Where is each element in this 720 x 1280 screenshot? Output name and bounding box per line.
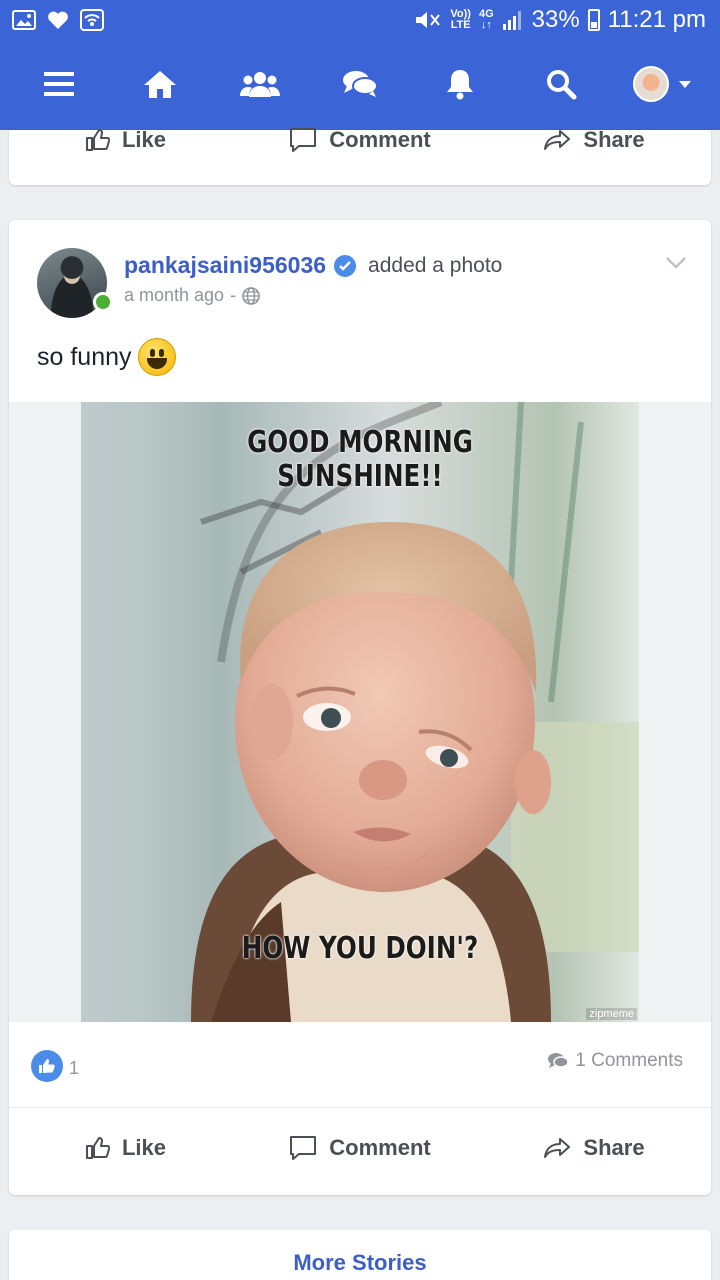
share-icon [544,130,571,150]
notifications-icon[interactable] [434,62,486,106]
image-caption-top: GOOD MORNING SUNSHINE!! [247,425,473,494]
post-time[interactable]: a month ago [124,285,224,306]
image-caption-bottom: HOW YOU DOIN'? [241,931,479,966]
post-action-text: added a photo [368,253,503,277]
battery-percent: 33% [531,6,580,33]
like-count[interactable]: 1 [69,1058,79,1079]
author-name[interactable]: pankajsaini956036 [124,252,326,279]
baby-meme-image [81,402,639,1022]
battery-icon [587,9,600,31]
share-button[interactable]: Share [477,127,711,153]
profile-menu[interactable] [630,62,694,106]
clock: 11:21 pm [607,6,706,33]
thumbs-up-icon [85,129,110,151]
post-text: so funny [37,338,176,376]
share-icon [544,1138,571,1158]
meta-separator: - [230,285,237,305]
volte-indicator: Vo)) LTE [450,8,471,31]
status-bar: Vo)) LTE 4G ↓↑ 33% 11:21 pm [0,0,720,44]
thumbs-up-icon [85,1137,110,1159]
menu-icon[interactable] [33,62,85,106]
post-photo-container[interactable]: GOOD MORNING SUNSHINE!! HOW YOU DOIN'? z… [9,402,711,1022]
top-nav-bar [0,44,720,130]
home-icon[interactable] [134,62,186,106]
verified-badge-icon [334,254,357,277]
previous-post-card: Like Comment Share [9,127,711,185]
reaction-summary: 1 1 Comments [9,1022,711,1108]
profile-avatar[interactable] [633,66,669,102]
post-options-chevron-icon[interactable] [665,256,687,270]
messages-icon[interactable] [334,62,386,106]
search-icon[interactable] [535,62,587,106]
like-reaction-icon[interactable] [31,1050,63,1082]
comments-count[interactable]: 1 Comments [547,1050,683,1072]
post-actions: Like Comment Share [9,1118,711,1178]
post-card: pankajsaini956036 added a photo a month … [9,220,711,1195]
gallery-notification-icon [12,10,36,30]
comment-button[interactable]: Comment [243,1135,477,1161]
signal-icon [502,11,521,30]
like-button[interactable]: Like [9,127,243,153]
post-photo[interactable]: GOOD MORNING SUNSHINE!! HOW YOU DOIN'? z… [81,402,639,1022]
mute-icon [416,12,441,28]
network-type: 4G ↓↑ [478,8,494,31]
globe-icon [242,286,260,305]
online-indicator [93,292,113,312]
comments-icon [548,1053,570,1068]
heart-notification-icon [48,11,68,29]
like-button[interactable]: Like [9,1135,243,1161]
share-button[interactable]: Share [477,1135,711,1161]
comment-icon [290,128,317,152]
smiley-emoji-icon [137,338,176,376]
image-watermark: zipmeme [586,1008,637,1020]
comment-button[interactable]: Comment [243,127,477,153]
more-stories-link[interactable]: More Stories [9,1250,711,1276]
chevron-down-icon[interactable] [679,80,691,88]
post-header: pankajsaini956036 added a photo a month … [37,248,687,320]
comment-icon [290,1136,317,1160]
wifi-notification-icon [80,9,104,31]
friends-icon[interactable] [234,62,286,106]
more-stories-card: More Stories [9,1230,711,1280]
